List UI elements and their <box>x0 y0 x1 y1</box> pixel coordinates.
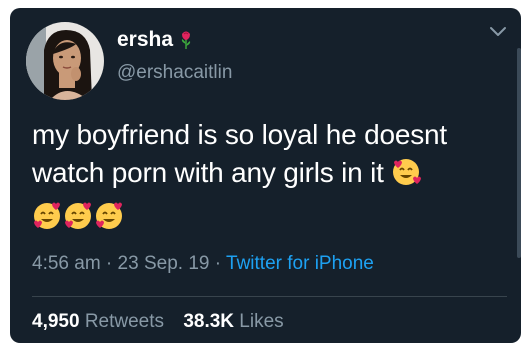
tweet-meta: 4:56 am · 23 Sep. 19 · Twitter for iPhon… <box>32 253 374 275</box>
retweets-label: Retweets <box>84 311 165 332</box>
smiling-face-with-hearts-icon <box>34 202 60 229</box>
tweet-source-link[interactable]: Twitter for iPhone <box>226 253 374 274</box>
tweet-time[interactable]: 4:56 am <box>32 253 101 274</box>
meta-separator: · <box>209 253 227 274</box>
smiling-face-with-hearts-icon <box>393 159 422 185</box>
tweet-stats: 4,950 Retweets 38.3K Likes <box>32 311 298 333</box>
name-row: ersha <box>117 28 193 52</box>
tweet-date[interactable]: 23 Sep. 19 <box>118 253 210 274</box>
avatar[interactable] <box>26 22 104 100</box>
rose-icon <box>181 31 191 49</box>
smiling-face-with-hearts-icon <box>96 202 122 229</box>
retweets-count: 4,950 <box>32 311 80 332</box>
likes-stat[interactable]: 38.3K Likes <box>183 311 283 332</box>
avatar-image <box>26 22 104 100</box>
emoji-row <box>32 200 124 230</box>
tweet-text-body: my boyfriend is so loyal he doesnt watch… <box>32 119 447 188</box>
likes-label: Likes <box>239 311 284 332</box>
retweets-stat[interactable]: 4,950 Retweets <box>32 311 164 332</box>
smiling-face-with-hearts-icon <box>65 202 91 229</box>
tweet-card: ersha @ershacaitlin my boyfriend is so l… <box>10 8 521 343</box>
display-name[interactable]: ersha <box>117 28 173 52</box>
likes-count: 38.3K <box>183 311 235 332</box>
scrollbar[interactable] <box>517 48 521 258</box>
chevron-down-icon[interactable] <box>489 26 507 38</box>
tweet-text: my boyfriend is so loyal he doesnt watch… <box>32 116 502 192</box>
user-handle[interactable]: @ershacaitlin <box>117 62 232 84</box>
divider <box>32 296 507 297</box>
meta-separator: · <box>100 253 118 274</box>
